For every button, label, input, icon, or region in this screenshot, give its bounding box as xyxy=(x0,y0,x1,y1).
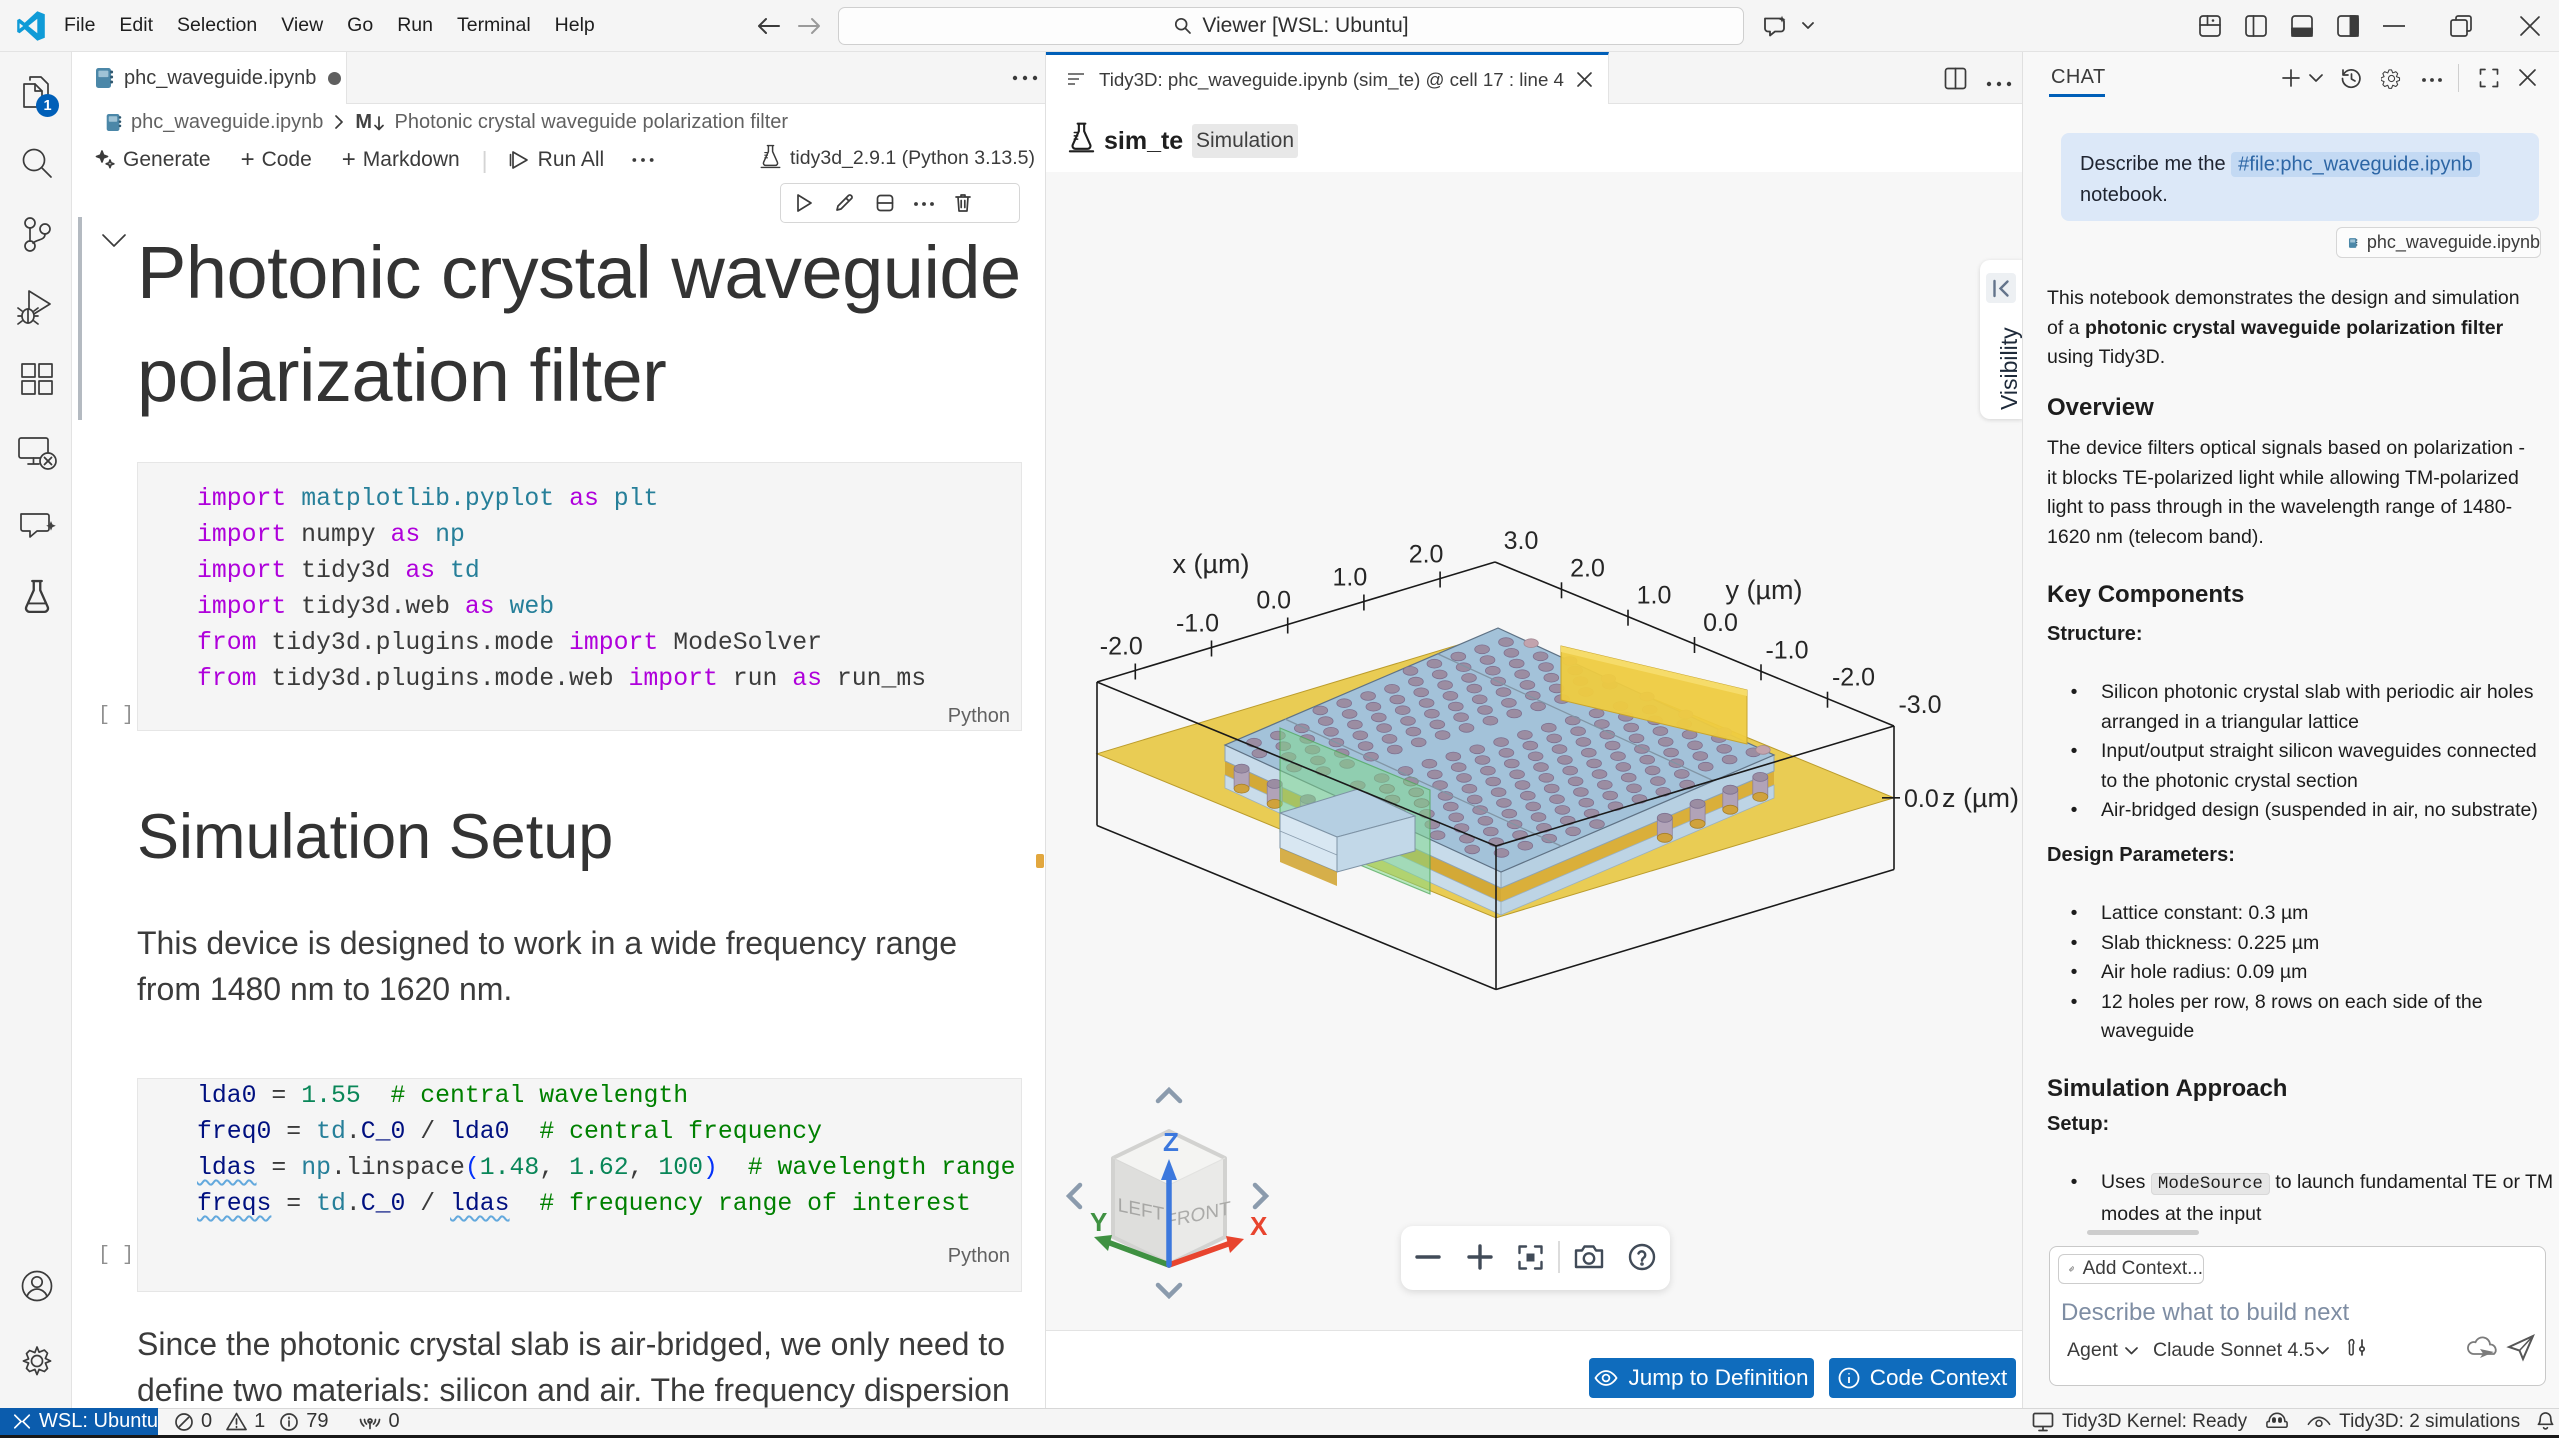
svg-text:x (µm): x (µm) xyxy=(1172,549,1249,579)
svg-text:X: X xyxy=(1250,1211,1268,1241)
svg-text:-2.0: -2.0 xyxy=(1832,664,1875,692)
svg-text:2.0: 2.0 xyxy=(1570,554,1605,582)
svg-text:Y: Y xyxy=(1090,1207,1107,1237)
svg-text:1.0: 1.0 xyxy=(1637,582,1672,610)
svg-text:2.0: 2.0 xyxy=(1409,541,1444,569)
svg-text:0.0: 0.0 xyxy=(1256,587,1291,615)
svg-text:-1.0: -1.0 xyxy=(1176,610,1219,638)
svg-text:3.0: 3.0 xyxy=(1504,527,1539,555)
svg-text:1.0: 1.0 xyxy=(1333,564,1368,592)
svg-text:0.0: 0.0 xyxy=(1703,609,1738,637)
svg-text:-2.0: -2.0 xyxy=(1100,633,1143,661)
svg-text:y (µm): y (µm) xyxy=(1725,575,1802,605)
svg-text:z (µm): z (µm) xyxy=(1942,783,2019,813)
svg-text:0.0: 0.0 xyxy=(1904,785,1939,813)
svg-text:-3.0: -3.0 xyxy=(1898,691,1941,719)
svg-text:-1.0: -1.0 xyxy=(1765,636,1808,664)
svg-text:Z: Z xyxy=(1163,1127,1179,1157)
